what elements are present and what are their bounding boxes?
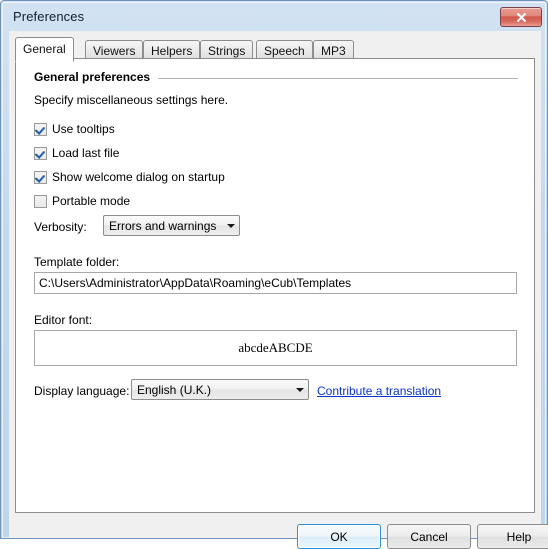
checkbox-box bbox=[34, 194, 47, 208]
chevron-down-icon bbox=[291, 387, 308, 392]
cancel-button[interactable]: Cancel bbox=[387, 524, 471, 549]
display-language-dropdown[interactable]: English (U.K.) bbox=[131, 379, 309, 400]
close-button[interactable] bbox=[500, 7, 542, 27]
checkbox-label: Use tooltips bbox=[52, 122, 115, 136]
checkbox-label: Show welcome dialog on startup bbox=[52, 170, 225, 184]
group-description: Specify miscellaneous settings here. bbox=[34, 93, 229, 107]
checkbox-box bbox=[34, 122, 47, 136]
verbosity-label: Verbosity: bbox=[34, 220, 87, 234]
ok-button[interactable]: OK bbox=[297, 524, 381, 549]
close-x-icon bbox=[516, 12, 526, 22]
checkbox-label: Portable mode bbox=[52, 194, 131, 208]
checkbox-show-welcome-dialog[interactable]: Show welcome dialog on startup bbox=[34, 168, 225, 186]
checkbox-load-last-file[interactable]: Load last file bbox=[34, 144, 119, 162]
checkbox-portable-mode[interactable]: Portable mode bbox=[34, 192, 130, 210]
verbosity-value: Errors and warnings bbox=[109, 218, 217, 233]
help-button[interactable]: Help bbox=[477, 524, 548, 549]
editor-font-preview[interactable]: abcdeABCDE bbox=[34, 330, 517, 366]
tab-page-general: General preferences Specify miscellaneou… bbox=[15, 58, 535, 513]
verbosity-dropdown[interactable]: Errors and warnings bbox=[103, 215, 240, 236]
chevron-down-icon bbox=[222, 223, 239, 228]
preferences-dialog: Preferences General Viewers Helpers Stri… bbox=[0, 0, 548, 549]
editor-font-label: Editor font: bbox=[34, 313, 93, 327]
group-title: General preferences bbox=[34, 70, 151, 84]
title-bar: Preferences bbox=[3, 3, 547, 31]
checkbox-box bbox=[34, 170, 47, 184]
group-separator bbox=[158, 78, 518, 79]
editor-font-sample: abcdeABCDE bbox=[238, 340, 313, 355]
template-folder-input[interactable]: C:\Users\Administrator\AppData\Roaming\e… bbox=[34, 272, 517, 294]
checkbox-use-tooltips[interactable]: Use tooltips bbox=[34, 120, 115, 138]
dialog-client-area: General Viewers Helpers Strings Speech M… bbox=[9, 31, 548, 549]
checkbox-label: Load last file bbox=[52, 146, 120, 160]
template-folder-label: Template folder: bbox=[34, 255, 120, 269]
contribute-translation-link[interactable]: Contribute a translation bbox=[317, 384, 441, 398]
window-title: Preferences bbox=[13, 9, 85, 24]
display-language-label: Display language: bbox=[34, 384, 130, 398]
tab-general[interactable]: General bbox=[15, 37, 74, 62]
display-language-value: English (U.K.) bbox=[137, 382, 212, 397]
checkbox-box bbox=[34, 146, 47, 160]
